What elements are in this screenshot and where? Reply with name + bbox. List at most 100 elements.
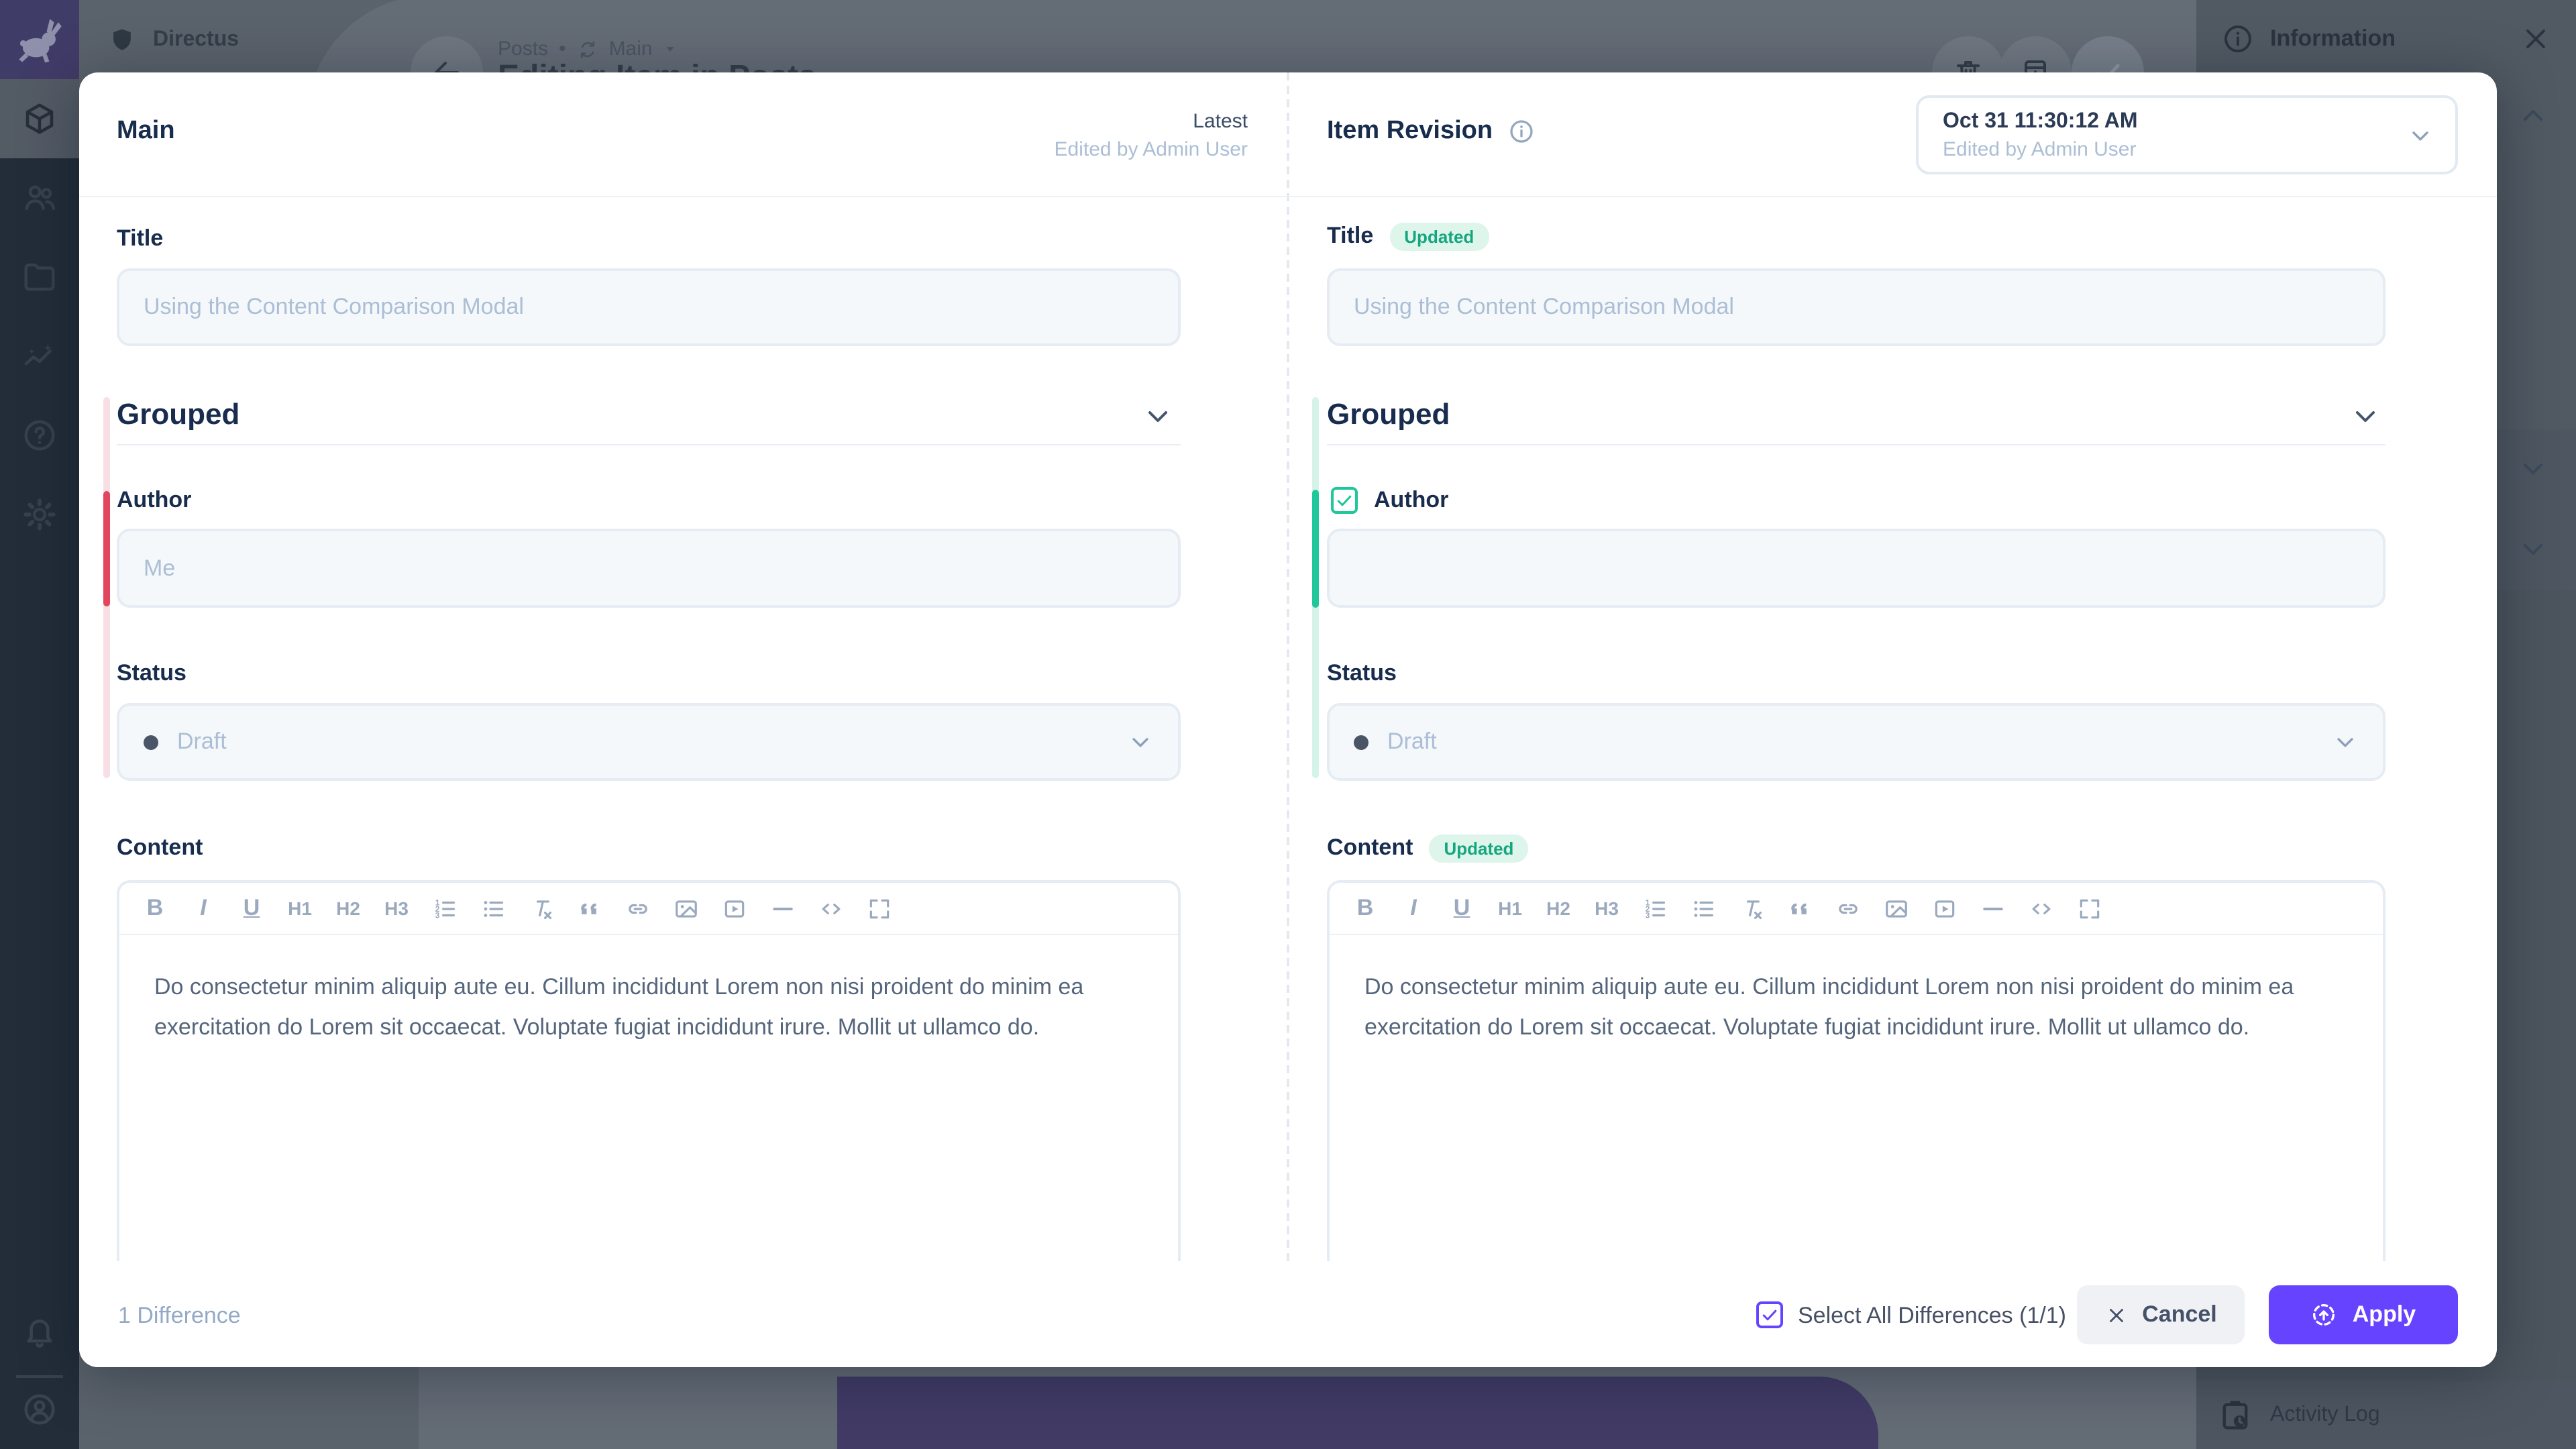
h2-icon[interactable]: H2 bbox=[1544, 892, 1572, 924]
author-input[interactable]: Me bbox=[117, 529, 1181, 608]
bullet-list-icon[interactable] bbox=[1689, 892, 1717, 924]
clipboard-clock-icon bbox=[2218, 1397, 2253, 1432]
h3-icon[interactable]: H3 bbox=[1593, 892, 1621, 924]
status-select[interactable]: Draft bbox=[1327, 703, 2385, 781]
module-help[interactable] bbox=[0, 396, 79, 475]
close-icon[interactable] bbox=[2520, 23, 2552, 55]
fullscreen-icon[interactable] bbox=[2076, 892, 2104, 924]
activity-log-button[interactable]: Activity Log bbox=[2196, 1381, 2576, 1449]
author-diff-checkbox[interactable] bbox=[1331, 487, 1358, 514]
h3-icon[interactable]: H3 bbox=[382, 892, 411, 924]
revision-info-icon[interactable] bbox=[1507, 118, 1534, 145]
user-circle-icon bbox=[21, 1391, 58, 1428]
status-label: Status bbox=[1327, 660, 1397, 687]
link-icon[interactable] bbox=[1834, 892, 1862, 924]
content-editor[interactable]: BIU H1 H2 H3 123 Do consectetur minim aliqui… bbox=[1327, 880, 2385, 1261]
breadcrumb-collection: Posts bbox=[498, 38, 548, 60]
ordered-list-icon[interactable]: 123 bbox=[1641, 892, 1669, 924]
bell-icon bbox=[21, 1313, 58, 1350]
section-expand-icon[interactable] bbox=[2517, 533, 2549, 565]
content-label: Content bbox=[117, 835, 203, 861]
title-value: Using the Content Comparison Modal bbox=[144, 294, 524, 321]
section-collapse-icon[interactable] bbox=[2517, 99, 2549, 131]
bullet-list-icon[interactable] bbox=[479, 892, 507, 924]
left-pane-meta: Latest Edited by Admin User bbox=[1055, 107, 1248, 164]
user-menu-button[interactable] bbox=[0, 1370, 79, 1449]
image-icon[interactable] bbox=[672, 892, 700, 924]
svg-text:3: 3 bbox=[435, 910, 440, 919]
added-rail-active bbox=[1312, 490, 1319, 608]
video-icon[interactable] bbox=[1931, 892, 1959, 924]
directus-logo[interactable] bbox=[0, 0, 79, 79]
module-settings[interactable] bbox=[0, 475, 79, 554]
chevron-down-icon bbox=[2407, 121, 2434, 148]
cancel-button[interactable]: Cancel bbox=[2077, 1285, 2245, 1344]
h2-icon[interactable]: H2 bbox=[334, 892, 362, 924]
underline-icon[interactable]: U bbox=[237, 892, 266, 924]
h1-icon[interactable]: H1 bbox=[286, 892, 314, 924]
title-label: Title bbox=[117, 225, 163, 252]
module-content[interactable] bbox=[0, 79, 79, 158]
group-collapse-icon[interactable] bbox=[2349, 400, 2381, 432]
module-users[interactable] bbox=[0, 158, 79, 237]
title-input[interactable]: Using the Content Comparison Modal bbox=[1327, 268, 2385, 346]
module-files[interactable] bbox=[0, 237, 79, 317]
project-shield-icon bbox=[107, 25, 137, 54]
author-input[interactable] bbox=[1327, 529, 2385, 608]
group-divider bbox=[1327, 444, 2385, 445]
module-insights[interactable] bbox=[0, 317, 79, 396]
h1-icon[interactable]: H1 bbox=[1496, 892, 1524, 924]
content-label-row: Content Updated bbox=[1327, 832, 1528, 864]
title-input[interactable]: Using the Content Comparison Modal bbox=[117, 268, 1181, 346]
clear-format-icon[interactable] bbox=[527, 892, 555, 924]
ordered-list-icon[interactable]: 123 bbox=[431, 892, 459, 924]
quote-icon[interactable] bbox=[1786, 892, 1814, 924]
breadcrumb[interactable]: Posts • Main bbox=[498, 38, 678, 60]
group-heading: Grouped bbox=[117, 397, 239, 432]
breadcrumb-version: Main bbox=[609, 38, 653, 60]
horizontal-rule-icon[interactable] bbox=[1979, 892, 2007, 924]
group-heading: Grouped bbox=[1327, 397, 1450, 432]
section-expand-icon[interactable] bbox=[2517, 452, 2549, 484]
apply-label: Apply bbox=[2353, 1301, 2416, 1328]
bold-icon[interactable]: B bbox=[1351, 892, 1379, 924]
editor-toolbar: BIU H1 H2 H3 123 bbox=[119, 883, 1178, 935]
users-icon bbox=[21, 180, 58, 216]
background-illustration bbox=[837, 1377, 1878, 1449]
status-dot bbox=[1354, 735, 1368, 749]
image-icon[interactable] bbox=[1882, 892, 1911, 924]
chevron-down-icon bbox=[2332, 729, 2359, 755]
status-label: Status bbox=[117, 660, 186, 687]
notifications-button[interactable] bbox=[0, 1292, 79, 1371]
status-dot bbox=[144, 735, 158, 749]
version-label: Latest bbox=[1055, 107, 1248, 136]
updated-badge: Updated bbox=[1389, 222, 1489, 250]
content-text[interactable]: Do consectetur minim aliquip aute eu. Ci… bbox=[154, 967, 1146, 1048]
revision-time: Oct 31 11:30:12 AM bbox=[1943, 107, 2138, 135]
box-icon bbox=[21, 101, 58, 137]
bold-icon[interactable]: B bbox=[141, 892, 169, 924]
code-icon[interactable] bbox=[2027, 892, 2055, 924]
video-icon[interactable] bbox=[720, 892, 749, 924]
italic-icon[interactable]: I bbox=[189, 892, 217, 924]
code-icon[interactable] bbox=[817, 892, 845, 924]
comparison-modal: Main Latest Edited by Admin User Item Re… bbox=[79, 72, 2497, 1367]
select-all-label[interactable]: Select All Differences (1/1) bbox=[1798, 1303, 2066, 1330]
horizontal-rule-icon[interactable] bbox=[769, 892, 797, 924]
revision-select[interactable]: Oct 31 11:30:12 AM Edited by Admin User bbox=[1916, 95, 2458, 174]
author-label: Author bbox=[1374, 487, 1448, 514]
content-editor[interactable]: BIU H1 H2 H3 123 Do consectetur minim aliqui… bbox=[117, 880, 1181, 1261]
apply-button[interactable]: Apply bbox=[2269, 1285, 2458, 1344]
content-text[interactable]: Do consectetur minim aliquip aute eu. Ci… bbox=[1364, 967, 2351, 1048]
group-collapse-icon[interactable] bbox=[1142, 400, 1174, 432]
close-icon bbox=[2104, 1303, 2127, 1326]
status-select[interactable]: Draft bbox=[117, 703, 1181, 781]
italic-icon[interactable]: I bbox=[1399, 892, 1428, 924]
author-value: Me bbox=[144, 555, 175, 582]
quote-icon[interactable] bbox=[576, 892, 604, 924]
link-icon[interactable] bbox=[624, 892, 652, 924]
select-all-checkbox[interactable] bbox=[1756, 1301, 1783, 1328]
underline-icon[interactable]: U bbox=[1448, 892, 1476, 924]
fullscreen-icon[interactable] bbox=[865, 892, 894, 924]
clear-format-icon[interactable] bbox=[1737, 892, 1766, 924]
